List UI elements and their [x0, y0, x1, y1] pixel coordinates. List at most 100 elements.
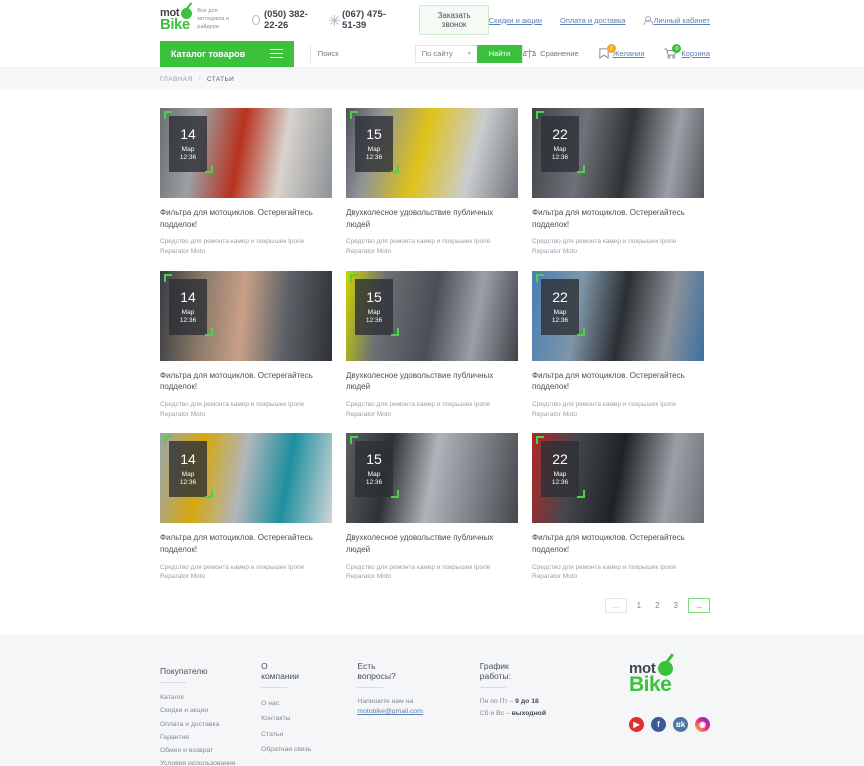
- footer-link-buyer-5[interactable]: Условия использования: [160, 757, 261, 766]
- header-phone-2[interactable]: (067) 475-51-39: [329, 9, 397, 31]
- footer-link-company-3[interactable]: Обратная связь: [261, 742, 357, 757]
- callback-button[interactable]: Заказать звонок: [419, 5, 489, 35]
- article-card[interactable]: 14 Мар 12:36 Фильтра для мотоциклов. Остере…: [160, 270, 332, 420]
- article-thumbnail[interactable]: 15 Мар 12:36: [346, 108, 518, 198]
- search-input[interactable]: [310, 44, 415, 63]
- search-scope-select[interactable]: По сайту ▾: [414, 44, 477, 63]
- article-date-month: Мар: [181, 146, 195, 153]
- breadcrumb-home[interactable]: ГЛАВНАЯ: [160, 76, 193, 83]
- compare-tool[interactable]: Сравнение: [523, 48, 579, 59]
- instagram-icon[interactable]: ◉: [695, 717, 710, 733]
- logo-tagline: Все для мотоцикла и райдера: [197, 8, 230, 30]
- article-title[interactable]: Фильтра для мотоциклов. Остерегайтесь по…: [160, 532, 332, 555]
- article-date-month: Мар: [553, 146, 567, 153]
- logo-text-bottom: Bike: [160, 16, 190, 33]
- article-card[interactable]: 22 Мар 12:36 Фильтра для мотоциклов. Остере…: [532, 108, 704, 257]
- pagination-next[interactable]: →: [688, 598, 710, 614]
- article-title[interactable]: Фильтра для мотоциклов. Остерегайтесь по…: [160, 370, 332, 393]
- header-link-payment[interactable]: Оплата и доставка: [560, 16, 626, 25]
- article-thumbnail[interactable]: 22 Мар 12:36: [532, 270, 704, 361]
- article-thumbnail[interactable]: 14 Мар 12:36: [160, 433, 332, 524]
- footer-column-company: О компании О нас Контакты Статьи Обратная с…: [261, 661, 357, 766]
- article-card[interactable]: 15 Мар 12:36 Двухколесное удовольствие публ…: [346, 108, 518, 257]
- breadcrumb: ГЛАВНАЯ / СТАТЬИ: [0, 68, 864, 90]
- article-title[interactable]: Фильтра для мотоциклов. Остерегайтесь по…: [160, 207, 332, 230]
- site-logo[interactable]: mot Bike Все для мотоцикла и райдера: [160, 8, 230, 33]
- article-date-month: Мар: [181, 308, 195, 316]
- catalog-button[interactable]: Каталог товаров: [160, 40, 294, 67]
- pagination-page-3[interactable]: 3: [670, 601, 682, 610]
- pagination-prev[interactable]: ←: [604, 598, 627, 614]
- article-card[interactable]: 15 Мар 12:36 Двухколесное удовольствие публ…: [346, 433, 518, 582]
- article-date-badge: 15 Мар 12:36: [355, 441, 393, 498]
- article-card[interactable]: 22 Мар 12:36 Фильтра для мотоциклов. Остере…: [532, 433, 704, 582]
- page-root: mot Bike Все для мотоцикла и райдера (05…: [0, 0, 864, 766]
- pagination-page-1[interactable]: 1: [633, 601, 645, 610]
- footer-link-buyer-4[interactable]: Обмен и возврат: [160, 744, 261, 757]
- corner-accent-bottom-right-icon: [391, 165, 399, 173]
- corner-accent-top-left-icon: [536, 436, 544, 445]
- corner-accent-top-left-icon: [350, 436, 358, 445]
- footer-link-buyer-0[interactable]: Каталог: [160, 691, 261, 704]
- wishlist-tool[interactable]: 2 Желания: [599, 44, 644, 59]
- article-title[interactable]: Двухколесное удовольствие публичных люде…: [346, 532, 518, 555]
- nav-bar: Каталог товаров По сайту ▾ Найти Сравнен…: [0, 40, 864, 68]
- footer-link-company-1[interactable]: Контакты: [261, 711, 357, 726]
- footer-col1-title: Покупателю: [160, 666, 208, 684]
- footer-logo[interactable]: mot Bike: [629, 661, 673, 695]
- article-thumbnail[interactable]: 15 Мар 12:36: [346, 270, 518, 361]
- article-title[interactable]: Двухколесное удовольствие публичных люде…: [346, 207, 518, 230]
- article-card[interactable]: 15 Мар 12:36 Двухколесное удовольствие публ…: [346, 270, 518, 420]
- footer-link-buyer-2[interactable]: Оплата и доставка: [160, 718, 261, 731]
- article-card[interactable]: 14 Мар 12:36 Фильтра для мотоциклов. Остере…: [160, 433, 332, 582]
- article-thumbnail[interactable]: 14 Мар 12:36: [160, 108, 332, 198]
- article-thumbnail[interactable]: 22 Мар 12:36: [532, 433, 704, 524]
- facebook-icon[interactable]: f: [651, 717, 666, 733]
- youtube-icon[interactable]: ▶: [629, 717, 644, 733]
- article-date-month: Мар: [181, 471, 195, 479]
- footer-col2-links: О нас Контакты Статьи Обратная связь: [261, 696, 357, 757]
- article-card[interactable]: 14 Мар 12:36 Фильтра для мотоциклов. Остере…: [160, 108, 332, 257]
- vk-icon[interactable]: вk: [673, 717, 688, 733]
- article-date-day: 15: [366, 451, 382, 468]
- corner-accent-bottom-right-icon: [577, 165, 585, 173]
- article-thumbnail[interactable]: 22 Мар 12:36: [532, 108, 704, 198]
- header-phone-1[interactable]: (050) 382-22-26: [251, 9, 320, 31]
- footer-hours-weekend-pre: Сб и Вс –: [479, 710, 512, 718]
- article-title[interactable]: Фильтра для мотоциклов. Остерегайтесь по…: [532, 370, 704, 393]
- footer-link-buyer-3[interactable]: Гарантия: [160, 731, 261, 744]
- article-date-badge: 15 Мар 12:36: [355, 116, 393, 172]
- article-date-badge: 14 Мар 12:36: [169, 441, 207, 498]
- cart-tool[interactable]: 0 Корзина: [664, 44, 710, 59]
- corner-accent-bottom-right-icon: [577, 490, 585, 499]
- catalog-button-label: Каталог товаров: [171, 48, 246, 59]
- article-thumbnail[interactable]: 14 Мар 12:36: [160, 270, 332, 361]
- footer-link-company-0[interactable]: О нас: [261, 696, 357, 711]
- pagination: ← 1 2 3 →: [0, 582, 864, 635]
- article-date-badge: 22 Мар 12:36: [541, 116, 579, 172]
- scales-icon: [523, 49, 537, 58]
- footer-link-company-2[interactable]: Статьи: [261, 727, 357, 742]
- article-date-badge: 14 Мар 12:36: [169, 116, 207, 172]
- article-thumbnail[interactable]: 15 Мар 12:36: [346, 433, 518, 524]
- article-date-badge: 15 Мар 12:36: [355, 278, 393, 335]
- footer-email-link[interactable]: motobike@gmail.com: [357, 708, 479, 715]
- search-button[interactable]: Найти: [476, 44, 523, 63]
- corner-accent-bottom-right-icon: [391, 490, 399, 499]
- article-date-month: Мар: [553, 471, 567, 479]
- footer-hours-weekend: Сб и Вс – выходной: [480, 708, 629, 720]
- header-link-discounts[interactable]: Скидки и акции: [489, 16, 542, 25]
- article-card[interactable]: 22 Мар 12:36 Фильтра для мотоциклов. Остере…: [532, 270, 704, 420]
- corner-accent-top-left-icon: [350, 273, 358, 282]
- pagination-page-2[interactable]: 2: [651, 601, 663, 610]
- footer-col3-text: Напишите нам на: [357, 698, 414, 706]
- article-description: Средство для ремонта камер и покрышек Ip…: [160, 400, 305, 418]
- article-date-badge: 22 Мар 12:36: [541, 278, 579, 335]
- article-title[interactable]: Фильтра для мотоциклов. Остерегайтесь по…: [532, 207, 704, 230]
- article-title[interactable]: Двухколесное удовольствие публичных люде…: [346, 370, 518, 393]
- footer-link-buyer-1[interactable]: Скидки и акции: [160, 704, 261, 717]
- header-link-account[interactable]: Личный кабинет: [643, 15, 710, 25]
- header-links: Скидки и акции Оплата и доставка Личный …: [489, 15, 710, 25]
- article-title[interactable]: Фильтра для мотоциклов. Остерегайтесь по…: [532, 532, 704, 555]
- footer-logo-arrow-icon: [657, 661, 673, 677]
